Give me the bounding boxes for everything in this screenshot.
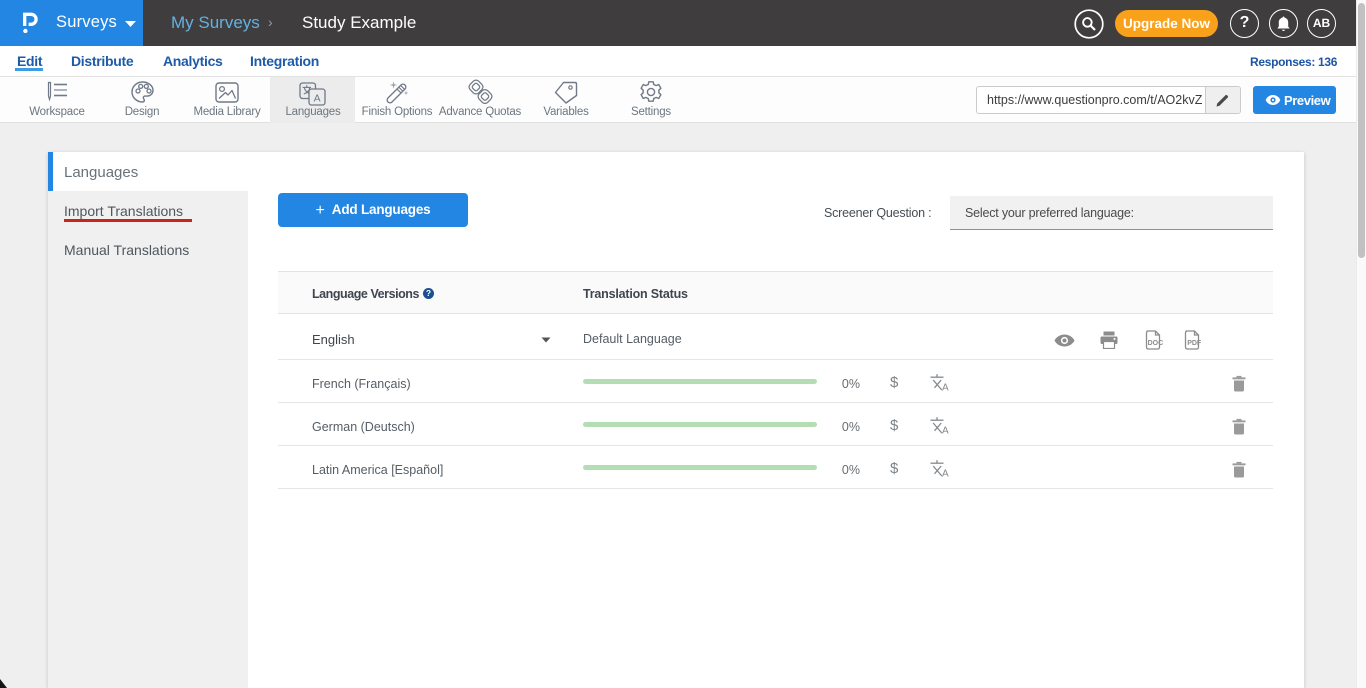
svg-text:A: A (942, 383, 949, 392)
svg-text:A: A (314, 92, 321, 104)
svg-text:A: A (942, 469, 949, 478)
svg-text:DOC: DOC (1148, 340, 1163, 347)
svg-text:PDF: PDF (1187, 340, 1202, 347)
svg-text:A: A (942, 426, 949, 435)
